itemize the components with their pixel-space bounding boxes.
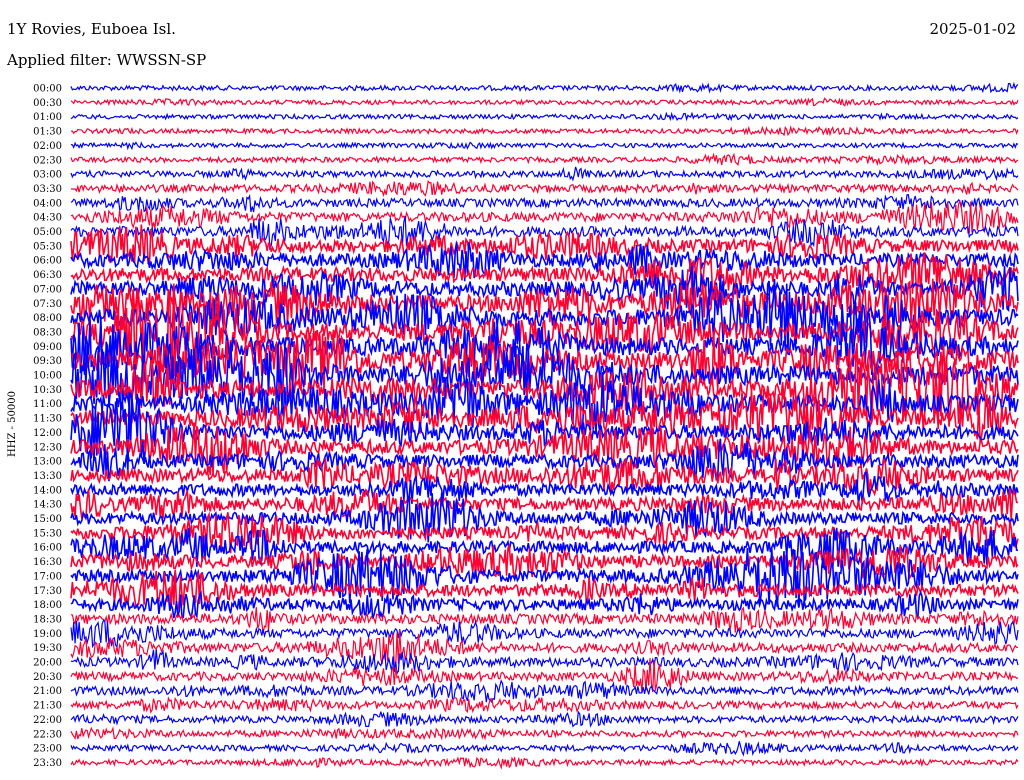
row-label: 16:00	[33, 543, 62, 554]
trace-row	[70, 726, 1019, 741]
row-label: 21:00	[33, 686, 62, 697]
trace-row	[70, 741, 1019, 757]
row-label: 11:30	[33, 414, 62, 425]
trace-row	[71, 180, 1019, 198]
y-axis-label: HHZ - 50000	[7, 391, 18, 457]
trace-row	[70, 193, 1019, 213]
row-label: 01:30	[33, 127, 62, 138]
row-label: 10:30	[33, 385, 62, 396]
row-label: 17:00	[33, 571, 62, 582]
row-label: 09:30	[33, 356, 62, 367]
row-label: 22:30	[33, 729, 62, 740]
row-label: 15:00	[33, 514, 62, 525]
seismogram-plot: 00:00 00:30 01:00 01:30 02:00 02:30 03:00 03:30…	[7, 81, 1019, 770]
row-label: 11:00	[33, 399, 62, 410]
row-label: 18:30	[33, 614, 62, 625]
row-label: 21:30	[33, 701, 62, 712]
trace-row	[70, 152, 1019, 167]
row-label: 03:00	[33, 170, 62, 181]
row-label: 07:00	[33, 284, 62, 295]
row-label: 05:00	[33, 227, 62, 238]
row-label: 09:00	[33, 342, 62, 353]
row-label: 08:00	[33, 313, 62, 324]
row-label: 14:30	[33, 500, 62, 511]
trace-row	[70, 111, 1019, 122]
row-label: 13:00	[33, 457, 62, 468]
row-label: 18:00	[33, 600, 62, 611]
row-label: 07:30	[33, 299, 62, 310]
trace-row	[70, 619, 1019, 649]
row-label: 04:00	[33, 198, 62, 209]
trace-row	[70, 141, 1019, 151]
row-label: 05:30	[33, 241, 62, 252]
row-label: 00:30	[33, 98, 62, 109]
trace-row	[70, 81, 1019, 94]
row-label: 12:00	[33, 428, 62, 439]
row-label: 00:00	[33, 84, 62, 95]
row-label: 17:30	[33, 586, 62, 597]
row-label: 20:30	[33, 672, 62, 683]
row-label: 19:30	[33, 643, 62, 654]
row-label: 16:30	[33, 557, 62, 568]
row-label: 15:30	[33, 528, 62, 539]
row-label: 20:00	[33, 658, 62, 669]
row-label: 04:30	[33, 213, 62, 224]
row-label: 19:00	[33, 629, 62, 640]
trace-row	[70, 696, 1019, 714]
row-label: 10:00	[33, 371, 62, 382]
row-label: 13:30	[33, 471, 62, 482]
row-label: 01:00	[33, 112, 62, 123]
trace-row	[70, 710, 1019, 728]
row-label: 14:00	[33, 485, 62, 496]
trace-row	[70, 756, 1019, 770]
row-label: 06:30	[33, 270, 62, 281]
row-label: 23:00	[33, 744, 62, 755]
row-label: 02:30	[33, 155, 62, 166]
trace-row	[70, 125, 1019, 137]
row-label: 03:30	[33, 184, 62, 195]
trace-group	[70, 81, 1019, 770]
trace-row	[70, 648, 1019, 676]
row-label: 02:00	[33, 141, 62, 152]
trace-row	[70, 97, 1019, 107]
row-label: 12:30	[33, 442, 62, 453]
row-label-group: 00:00 00:30 01:00 01:30 02:00 02:30 03:00 03:30…	[33, 84, 62, 769]
row-label: 22:00	[33, 715, 62, 726]
trace-row	[70, 166, 1019, 182]
row-label: 08:30	[33, 327, 62, 338]
row-label: 06:00	[33, 256, 62, 267]
row-label: 23:30	[33, 758, 62, 769]
trace-row	[70, 679, 1019, 704]
